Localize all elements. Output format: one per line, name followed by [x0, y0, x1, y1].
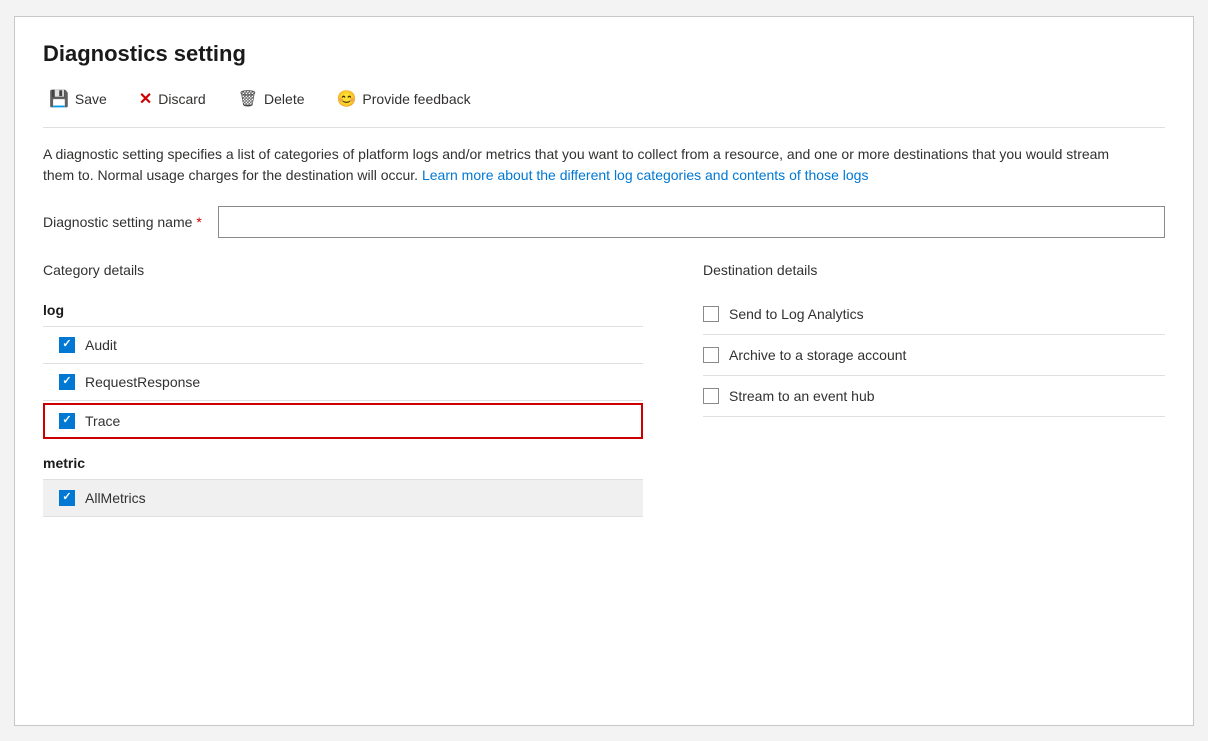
setting-name-label: Diagnostic setting name * [43, 214, 202, 230]
main-content: Category details log Audit RequestRespon… [43, 262, 1165, 525]
dest-item-event-hub: Stream to an event hub [703, 376, 1165, 417]
feedback-button[interactable]: 😊 Provide feedback [331, 85, 477, 113]
category-details-col: Category details log Audit RequestRespon… [43, 262, 683, 525]
log-analytics-label: Send to Log Analytics [729, 306, 864, 322]
event-hub-checkbox[interactable] [703, 388, 719, 404]
log-item-audit: Audit [43, 327, 643, 364]
delete-button[interactable]: 🗑 Delete [232, 85, 311, 113]
delete-icon: 🗑 [238, 89, 258, 109]
discard-icon: ✕ [139, 89, 152, 109]
save-icon: 💾 [49, 89, 69, 109]
metric-category-section: metric AllMetrics [43, 447, 643, 517]
dest-item-storage: Archive to a storage account [703, 335, 1165, 376]
log-category-section: log Audit RequestResponse Trace [43, 294, 643, 439]
trace-label: Trace [85, 413, 120, 429]
setting-name-row: Diagnostic setting name * [43, 206, 1165, 238]
log-item-trace: Trace [43, 403, 643, 439]
log-analytics-checkbox[interactable] [703, 306, 719, 322]
allmetrics-label: AllMetrics [85, 490, 146, 506]
allmetrics-checkbox[interactable] [59, 490, 75, 506]
trace-checkbox[interactable] [59, 413, 75, 429]
event-hub-label: Stream to an event hub [729, 388, 875, 404]
setting-name-input[interactable] [218, 206, 1165, 238]
requestresponse-label: RequestResponse [85, 374, 200, 390]
page-title: Diagnostics setting [43, 41, 1165, 67]
storage-label: Archive to a storage account [729, 347, 906, 363]
requestresponse-checkbox[interactable] [59, 374, 75, 390]
save-button[interactable]: 💾 Save [43, 85, 113, 113]
toolbar: 💾 Save ✕ Discard 🗑 Delete 😊 Provide feed… [43, 85, 1165, 128]
metric-group-label: metric [43, 447, 643, 480]
discard-button[interactable]: ✕ Discard [133, 85, 212, 113]
diagnostics-panel: Diagnostics setting 💾 Save ✕ Discard 🗑 D… [14, 16, 1194, 726]
feedback-icon: 😊 [337, 89, 357, 109]
destination-section-title: Destination details [703, 262, 1165, 278]
audit-checkbox[interactable] [59, 337, 75, 353]
destination-details-col: Destination details Send to Log Analytic… [683, 262, 1165, 525]
learn-more-link[interactable]: Learn more about the different log categ… [422, 167, 868, 183]
dest-item-log-analytics: Send to Log Analytics [703, 294, 1165, 335]
log-group-label: log [43, 294, 643, 327]
metric-item-allmetrics: AllMetrics [43, 480, 643, 517]
audit-label: Audit [85, 337, 117, 353]
log-item-requestresponse: RequestResponse [43, 364, 643, 401]
required-marker: * [196, 214, 201, 230]
description-text: A diagnostic setting specifies a list of… [43, 144, 1143, 186]
storage-checkbox[interactable] [703, 347, 719, 363]
category-section-title: Category details [43, 262, 643, 278]
